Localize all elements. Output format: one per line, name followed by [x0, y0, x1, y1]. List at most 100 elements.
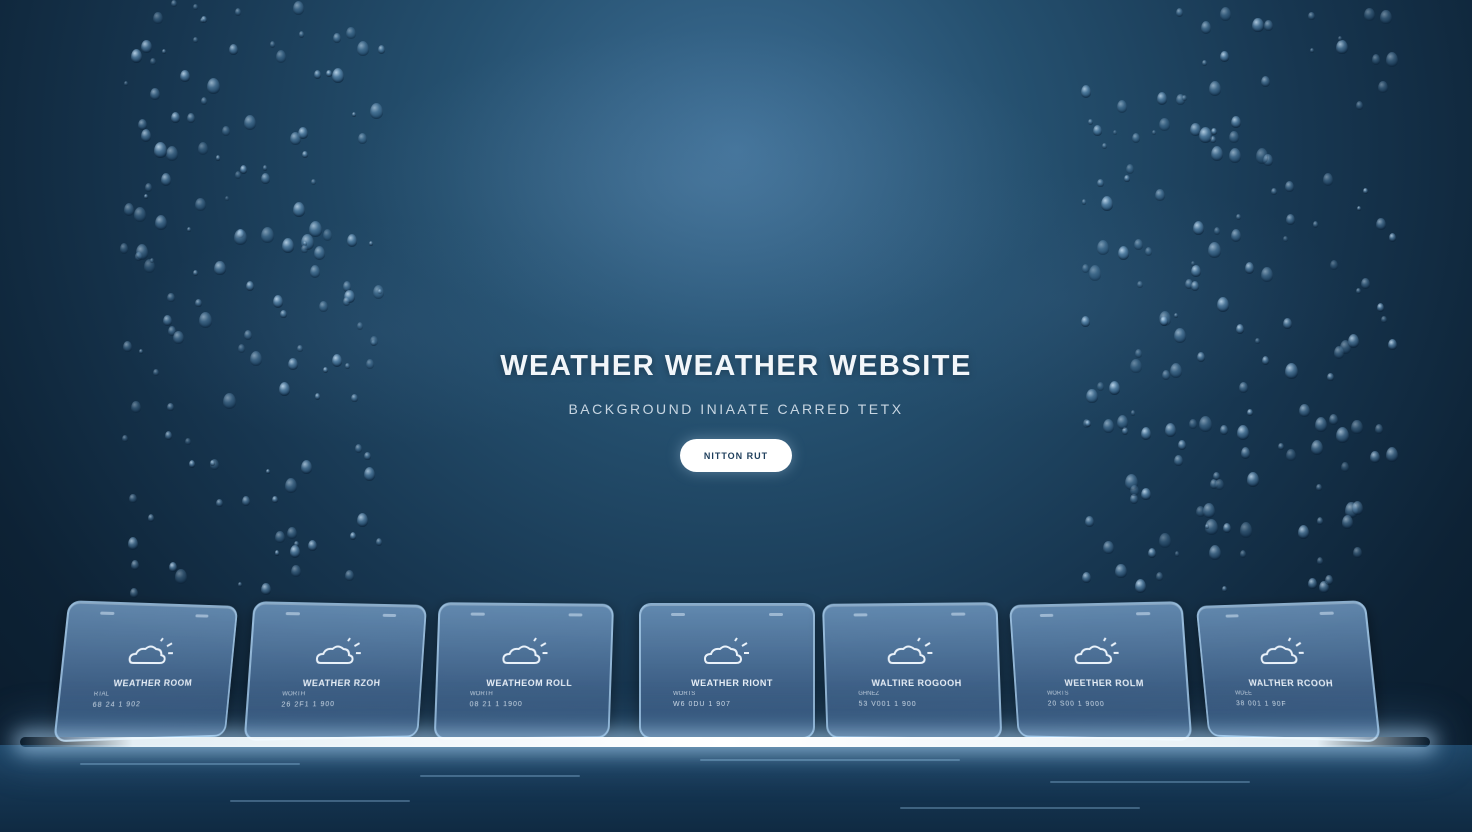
- rain-drop: [1215, 479, 1224, 490]
- hero-cta-button[interactable]: NITTON RUT: [680, 439, 792, 472]
- rain-drop: [150, 58, 156, 65]
- rain-drop: [167, 293, 175, 302]
- rain-drop: [1319, 581, 1329, 593]
- rain-drop: [1256, 148, 1268, 164]
- rain-drop: [293, 202, 305, 217]
- rain-drop: [246, 281, 254, 291]
- rain-drop: [343, 297, 350, 306]
- rain-drop: [1381, 316, 1387, 323]
- water-ripple: [700, 759, 960, 761]
- card-stats: 26 2F1 1 900: [281, 701, 335, 709]
- rain-drop: [1125, 474, 1138, 490]
- rain-drop: [308, 540, 317, 551]
- rain-drop: [1342, 515, 1353, 529]
- rain-drop: [1130, 485, 1139, 496]
- rain-drop: [1229, 131, 1239, 143]
- rain-drop: [272, 496, 278, 503]
- weather-card[interactable]: WEATHER ROOM RTAL 68 24 1 902: [53, 600, 238, 742]
- rain-drop: [1159, 311, 1171, 326]
- water-ripple: [420, 775, 580, 777]
- card-title: WEATHER RZOH: [270, 678, 411, 689]
- rain-drop: [1223, 523, 1231, 533]
- rain-drop: [1283, 318, 1292, 329]
- rain-drop: [235, 8, 241, 16]
- rain-drop: [124, 203, 134, 216]
- rain-drop: [150, 258, 154, 263]
- water-ripple: [900, 807, 1140, 809]
- weather-card[interactable]: WEATHER RIONT WORTS W6 0DU 1 907: [639, 603, 815, 739]
- rain-drop: [1210, 479, 1218, 489]
- card-stats: 53 V001 1 900: [859, 701, 917, 708]
- rain-drop: [1205, 519, 1218, 535]
- rain-drop: [1352, 501, 1363, 515]
- rain-drop: [187, 113, 195, 123]
- rain-drop: [1185, 279, 1193, 289]
- rain-drop: [1336, 40, 1348, 54]
- rain-drop: [261, 227, 274, 243]
- rain-drop: [193, 37, 198, 43]
- rain-drop: [229, 44, 238, 55]
- rain-drop: [1363, 188, 1368, 194]
- rain-drop: [154, 142, 167, 158]
- rain-drop: [1211, 128, 1217, 135]
- hero-subtitle: BACKGROUND INIAATE CARRED TETX: [0, 401, 1472, 417]
- rain-drop: [1118, 246, 1129, 260]
- card-title: WEATHER RIONT: [661, 678, 803, 688]
- rain-drop: [1155, 189, 1165, 201]
- rain-drop: [1182, 95, 1187, 101]
- rain-drop: [193, 4, 198, 10]
- rain-drop: [1356, 101, 1363, 110]
- weather-card[interactable]: WALTHER RCOOH WDEE 38 001 1 90F: [1196, 600, 1381, 742]
- rain-drop: [1298, 525, 1309, 539]
- partly-cloudy-icon: [499, 637, 552, 669]
- weather-card[interactable]: WEATHEOM ROLL WORTH 08 21 1 1900: [434, 602, 614, 740]
- weather-card[interactable]: WALTIRE ROGOOH GHNEZ 53 V001 1 900: [822, 602, 1002, 740]
- rain-drop: [309, 221, 322, 237]
- rain-drop: [138, 119, 147, 130]
- rain-drop: [303, 241, 307, 246]
- rain-drop: [128, 537, 138, 550]
- rain-drop: [261, 583, 271, 595]
- rain-drop: [319, 301, 328, 312]
- card-stats: 08 21 1 1900: [469, 701, 522, 708]
- rain-drop: [343, 281, 351, 292]
- rain-drop: [1356, 288, 1361, 294]
- rain-drop: [1199, 127, 1212, 143]
- weather-card[interactable]: WEATHER RZOH WORTH 26 2F1 1 900: [244, 601, 427, 741]
- rain-drop: [370, 336, 378, 346]
- rain-drop: [124, 81, 128, 86]
- rain-drop: [195, 198, 206, 211]
- rain-drop: [201, 16, 207, 23]
- rain-drop: [376, 538, 382, 546]
- rain-drop: [136, 244, 148, 260]
- rain-drop: [1285, 181, 1294, 192]
- rain-drop: [1217, 297, 1229, 312]
- rain-drop: [1082, 572, 1091, 583]
- rain-drop: [200, 18, 204, 23]
- rain-drop: [1175, 551, 1179, 557]
- card-title: WEETHER ROLM: [1035, 678, 1177, 689]
- rain-drop: [216, 155, 220, 161]
- rain-drop: [1081, 316, 1090, 327]
- rain-drop: [244, 330, 252, 340]
- rain-drop: [1345, 502, 1358, 518]
- card-stats: 20 S00 1 9000: [1048, 701, 1106, 709]
- rain-drop: [1263, 154, 1273, 166]
- card-status-bar: [1040, 612, 1151, 620]
- rain-drop: [1316, 484, 1322, 491]
- rain-drop: [1364, 8, 1375, 21]
- rain-drop: [1208, 242, 1221, 258]
- hero-section: WEATHER WEATHER WEBSITE BACKGROUND INIAA…: [0, 350, 1472, 472]
- rain-drop: [134, 207, 146, 222]
- card-stats: 38 001 1 90F: [1236, 700, 1287, 708]
- rain-drop: [369, 241, 373, 246]
- partly-cloudy-icon: [884, 637, 937, 669]
- rain-drop: [273, 295, 283, 308]
- rain-drop: [1193, 221, 1204, 235]
- card-status-bar: [285, 612, 396, 620]
- rain-drop: [199, 312, 212, 328]
- rain-drop: [222, 126, 230, 136]
- rain-drop: [1174, 313, 1178, 318]
- weather-card[interactable]: WEETHER ROLM WORTS 20 S00 1 9000: [1009, 601, 1192, 741]
- rain-drop: [214, 261, 226, 275]
